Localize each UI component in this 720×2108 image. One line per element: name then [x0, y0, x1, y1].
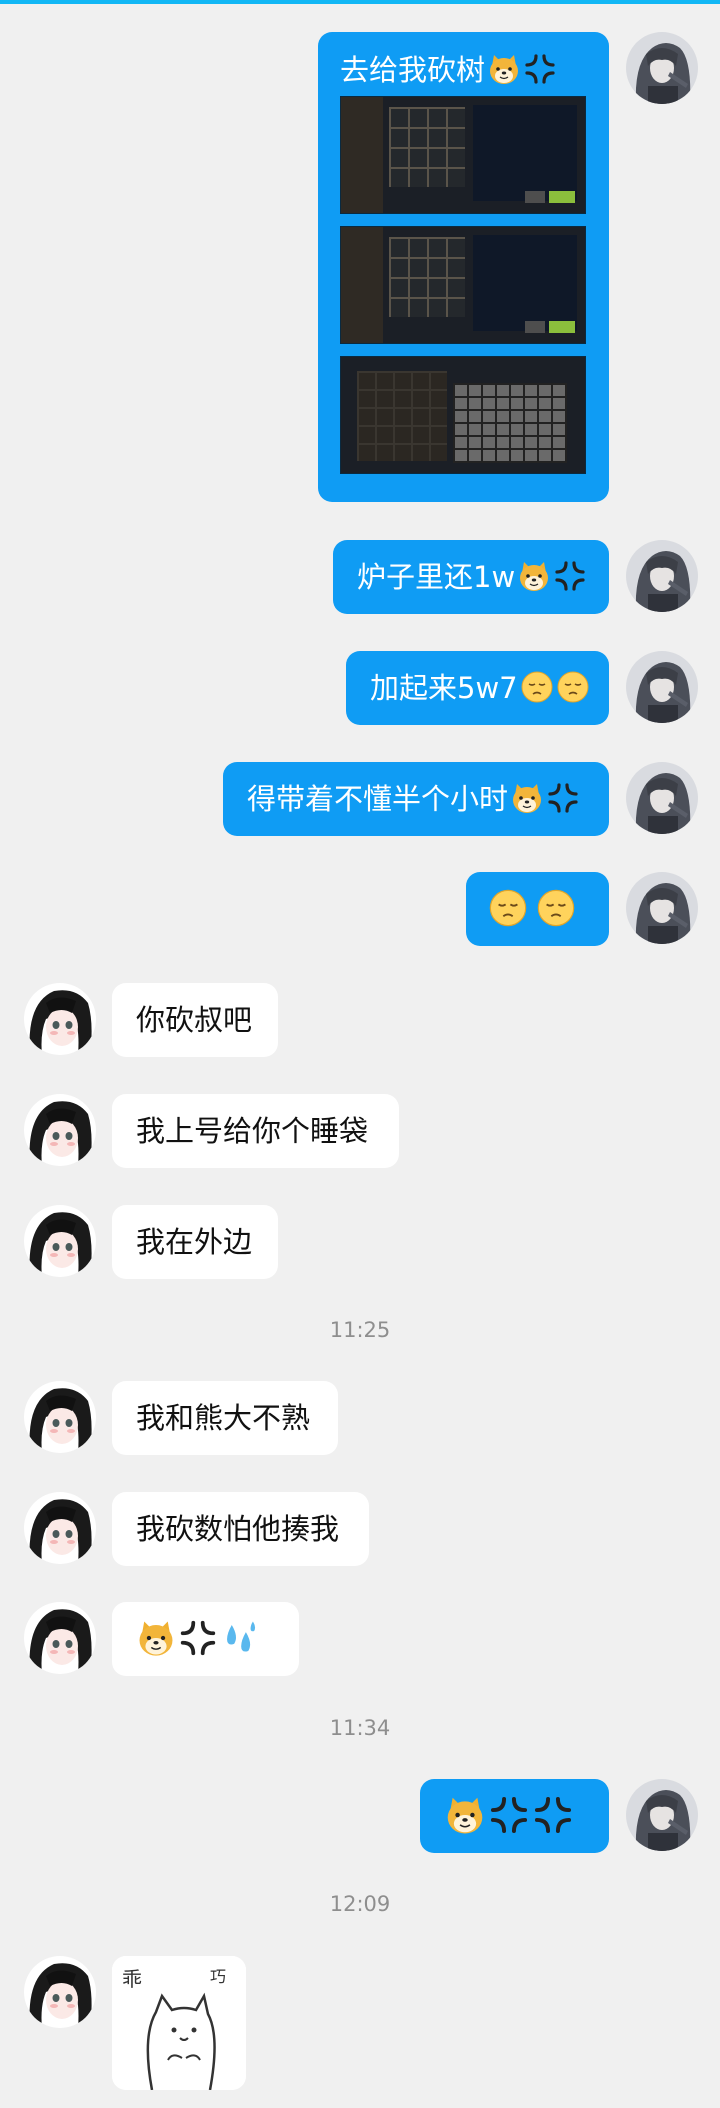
- game-screenshot-image[interactable]: [340, 96, 586, 214]
- message-bubble[interactable]: 我和熊大不熟: [112, 1381, 338, 1455]
- message-text: 你砍叔吧: [136, 1003, 253, 1037]
- timestamp: 12:09: [329, 1892, 391, 1916]
- message-text: 我上号给你个睡袋: [136, 1114, 369, 1148]
- avatar-self[interactable]: [626, 1779, 698, 1851]
- message-caption: 去给我砍树: [340, 52, 585, 96]
- sticker-char-right: 巧: [210, 1967, 226, 1986]
- sweat-drops-emoji-icon: [220, 1618, 260, 1658]
- avatar-self[interactable]: [626, 872, 698, 944]
- message-text: 我和熊大不熟: [136, 1401, 311, 1435]
- message-bubble[interactable]: 得带着不懂半个小时: [223, 762, 609, 836]
- sad-face-emoji-icon: [520, 670, 554, 704]
- avatar-self[interactable]: [626, 762, 698, 834]
- avatar-friend[interactable]: [24, 1205, 96, 1277]
- message-text: 得带着不懂半个小时: [247, 782, 509, 816]
- message-bubble[interactable]: 加起来5w7: [346, 651, 609, 725]
- game-screenshot-image[interactable]: [340, 226, 586, 344]
- message-text: 加起来5w7: [370, 671, 518, 705]
- avatar-friend[interactable]: [24, 1381, 96, 1453]
- sticker-char-left: 乖: [122, 1967, 142, 1991]
- top-accent-bar: [0, 0, 720, 4]
- game-screenshot-image[interactable]: [340, 356, 586, 474]
- avatar-friend[interactable]: [24, 1094, 96, 1166]
- avatar-self[interactable]: [626, 651, 698, 723]
- avatar-self[interactable]: [626, 32, 698, 104]
- shiba-emoji-icon: [136, 1618, 176, 1658]
- sad-face-emoji-icon: [536, 888, 576, 928]
- cat-sticker-icon: 乖 巧: [112, 1956, 246, 2090]
- timestamp: 11:34: [329, 1716, 391, 1740]
- anger-emoji-icon: [553, 559, 587, 593]
- message-bubble[interactable]: [466, 872, 609, 946]
- anger-emoji-icon: [488, 1794, 530, 1836]
- shiba-emoji-icon: [510, 781, 544, 815]
- sad-face-emoji-icon: [556, 670, 590, 704]
- message-text: 炉子里还1w: [357, 560, 516, 594]
- message-bubble[interactable]: 我砍数怕他揍我: [112, 1492, 369, 1566]
- avatar-friend[interactable]: [24, 1492, 96, 1564]
- avatar-friend[interactable]: [24, 983, 96, 1055]
- message-bubble[interactable]: [420, 1779, 609, 1853]
- message-text: 去给我砍树: [340, 53, 486, 87]
- message-bubble[interactable]: 我上号给你个睡袋: [112, 1094, 399, 1168]
- avatar-friend[interactable]: [24, 1956, 96, 2028]
- sad-face-emoji-icon: [488, 888, 528, 928]
- shiba-emoji-icon: [444, 1794, 486, 1836]
- sticker-image[interactable]: 乖 巧: [112, 1956, 246, 2090]
- avatar-friend[interactable]: [24, 1602, 96, 1674]
- shiba-emoji-icon: [517, 559, 551, 593]
- message-bubble[interactable]: [112, 1602, 299, 1676]
- message-text: 我砍数怕他揍我: [136, 1512, 340, 1546]
- message-bubble[interactable]: 炉子里还1w: [333, 540, 609, 614]
- anger-emoji-icon: [546, 781, 580, 815]
- message-text: 我在外边: [136, 1225, 253, 1259]
- avatar-self[interactable]: [626, 540, 698, 612]
- timestamp: 11:25: [329, 1318, 391, 1342]
- image-message-bubble[interactable]: 去给我砍树: [318, 32, 609, 502]
- shiba-emoji-icon: [487, 52, 521, 86]
- anger-emoji-icon: [523, 52, 557, 86]
- message-bubble[interactable]: 我在外边: [112, 1205, 278, 1279]
- anger-emoji-icon: [532, 1794, 574, 1836]
- message-bubble[interactable]: 你砍叔吧: [112, 983, 278, 1057]
- anger-emoji-icon: [178, 1618, 218, 1658]
